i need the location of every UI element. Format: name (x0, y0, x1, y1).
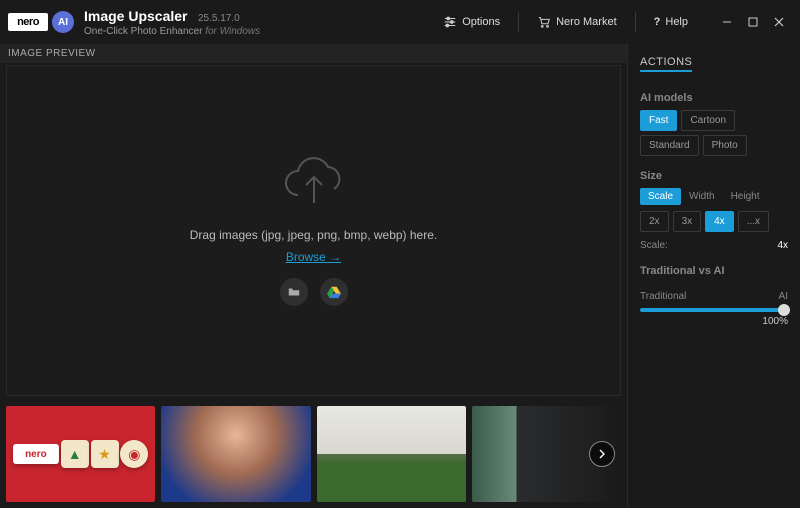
sample-thumb-1[interactable]: nero ▲ ★ ◉ (6, 406, 155, 502)
sample-thumb-4[interactable] (472, 406, 621, 502)
size-tabs: ScaleWidthHeight (640, 188, 788, 205)
scale-key: Scale: (640, 240, 668, 251)
google-drive-icon (327, 285, 341, 299)
app-subtitle: One-Click Photo Enhancer for Windows (84, 26, 260, 37)
ai-models-row: FastCartoon StandardPhoto (640, 110, 788, 156)
trad-ai-slider: Traditional AI 100% (640, 291, 788, 327)
left-column: IMAGE PREVIEW Drag images (jpg, jpeg, pn… (0, 44, 628, 508)
tree-cookie-icon: ▲ (61, 440, 89, 468)
app-title: Image Upscaler 25.5.17.0 (84, 8, 260, 26)
size-tab-height[interactable]: Height (723, 188, 768, 205)
sliders-icon (443, 15, 457, 29)
separator (635, 12, 636, 32)
maximize-icon (748, 17, 758, 27)
size-label: Size (640, 170, 788, 182)
actions-tab[interactable]: ACTIONS (640, 50, 788, 78)
help-icon: ? (654, 16, 661, 28)
model-pill-photo[interactable]: Photo (703, 135, 747, 156)
titlebar: nero AI Image Upscaler 25.5.17.0 One-Cli… (0, 0, 800, 44)
model-pill-cartoon[interactable]: Cartoon (681, 110, 735, 131)
scale-pill-4x[interactable]: 4x (705, 211, 734, 232)
folder-icon (287, 285, 301, 299)
preview-dropzone[interactable]: Drag images (jpg, jpeg, png, bmp, webp) … (6, 65, 621, 396)
help-label: Help (665, 16, 688, 28)
thumb1-art: nero ▲ ★ ◉ (6, 406, 155, 502)
tab-underline (640, 70, 692, 72)
sample-gallery: nero ▲ ★ ◉ (0, 402, 627, 508)
drag-instruction: Drag images (jpg, jpeg, png, bmp, webp) … (190, 228, 437, 242)
star-cookie-icon: ★ (91, 440, 119, 468)
nero-logo: nero (8, 13, 48, 31)
slider-thumb[interactable] (778, 304, 790, 316)
minimize-icon (722, 17, 732, 27)
scale-options-row: 2x3x4x...x (640, 211, 788, 232)
header-actions: Options Nero Market ? Help (437, 11, 792, 33)
slider-right-label: AI (779, 291, 788, 302)
model-pill-standard[interactable]: Standard (640, 135, 699, 156)
size-tab-width[interactable]: Width (681, 188, 723, 205)
import-sources (280, 278, 348, 306)
window-controls (714, 12, 792, 32)
scale-pill-3x[interactable]: 3x (673, 211, 702, 232)
cloud-upload-icon (278, 155, 350, 220)
scale-readout: Scale: 4x (640, 240, 788, 251)
app-title-text: Image Upscaler (84, 8, 188, 24)
options-label: Options (462, 16, 500, 28)
scale-value: 4x (777, 240, 788, 251)
google-drive-button[interactable] (320, 278, 348, 306)
ai-badge-icon: AI (52, 11, 74, 33)
trad-vs-ai-label: Traditional vs AI (640, 265, 788, 277)
model-pill-fast[interactable]: Fast (640, 110, 677, 131)
actions-panel: ACTIONS AI models FastCartoon StandardPho… (628, 44, 800, 508)
gallery-next-button[interactable] (589, 441, 615, 467)
slider-track[interactable] (640, 308, 788, 312)
sample-thumb-3[interactable] (317, 406, 466, 502)
subtitle-main: One-Click Photo Enhancer (84, 26, 202, 37)
preview-label: IMAGE PREVIEW (0, 44, 627, 63)
close-button[interactable] (766, 12, 792, 32)
actions-tab-label: ACTIONS (640, 56, 692, 68)
main-area: IMAGE PREVIEW Drag images (jpg, jpeg, pn… (0, 44, 800, 508)
title-column: Image Upscaler 25.5.17.0 One-Click Photo… (84, 8, 260, 37)
slider-left-label: Traditional (640, 291, 686, 302)
options-button[interactable]: Options (437, 11, 506, 33)
minimize-button[interactable] (714, 12, 740, 32)
sample-thumb-2[interactable] (161, 406, 310, 502)
cart-icon (537, 15, 551, 29)
help-button[interactable]: ? Help (648, 12, 694, 32)
maximize-button[interactable] (740, 12, 766, 32)
app-version: 25.5.17.0 (198, 13, 240, 24)
ai-models-label: AI models (640, 92, 788, 104)
scale-pill-..x[interactable]: ...x (738, 211, 769, 232)
subtitle-suffix: for Windows (205, 26, 260, 37)
separator (518, 12, 519, 32)
size-tab-scale[interactable]: Scale (640, 188, 681, 205)
chevron-right-icon (597, 449, 607, 459)
browse-link[interactable]: Browse → (286, 250, 341, 264)
app-logo: nero AI (8, 11, 74, 33)
santa-cookie-icon: ◉ (120, 440, 148, 468)
market-label: Nero Market (556, 16, 617, 28)
close-icon (774, 17, 784, 27)
scale-pill-2x[interactable]: 2x (640, 211, 669, 232)
thumb1-logo: nero (13, 444, 59, 464)
market-button[interactable]: Nero Market (531, 11, 623, 33)
folder-button[interactable] (280, 278, 308, 306)
slider-value: 100% (640, 316, 788, 327)
